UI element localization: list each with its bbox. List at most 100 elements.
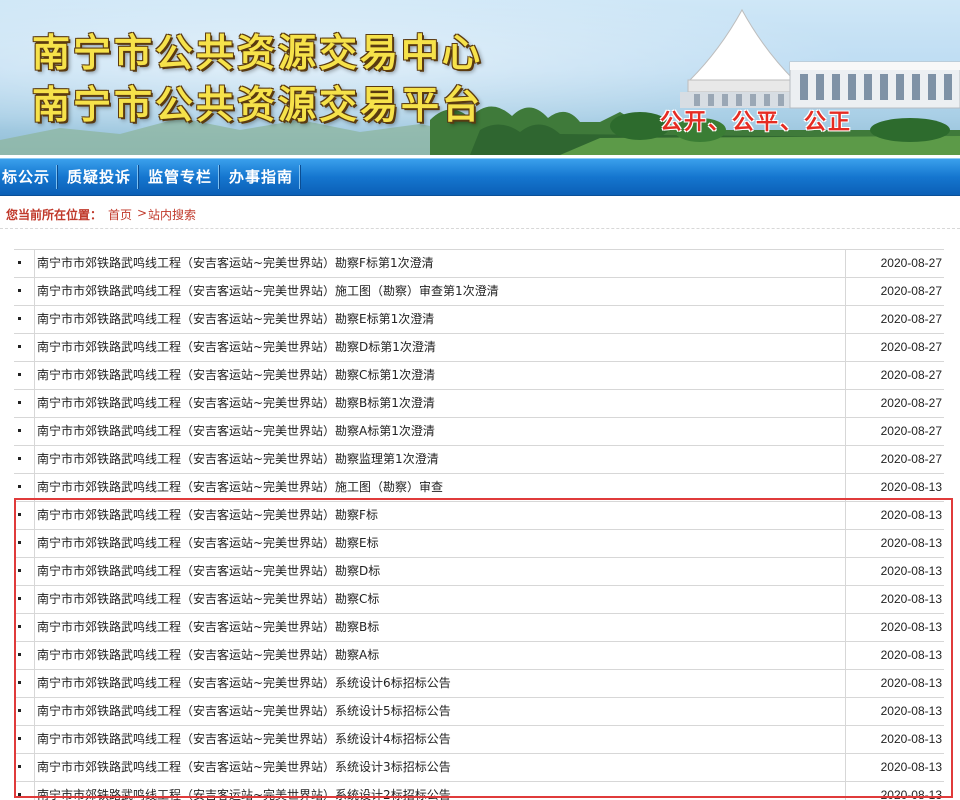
bullet-icon — [18, 793, 21, 796]
result-title-link[interactable]: 南宁市市郊铁路武鸣线工程（安吉客运站~完美世界站）系统设计5标招标公告 — [34, 698, 846, 725]
table-row: 南宁市市郊铁路武鸣线工程（安吉客运站~完美世界站）系统设计6标招标公告 2020-… — [14, 669, 944, 697]
result-date: 2020-08-13 — [880, 788, 942, 800]
breadcrumb-current: 站内搜索 — [148, 208, 197, 222]
result-date: 2020-08-27 — [880, 452, 942, 466]
bullet-icon — [18, 513, 21, 516]
bullet-icon — [18, 261, 21, 264]
table-row: 南宁市市郊铁路武鸣线工程（安吉客运站~完美世界站）施工图（勘察）审查第1次澄清 2… — [14, 277, 944, 305]
breadcrumb-home-link[interactable]: 首页 — [108, 206, 132, 223]
nav-separator — [56, 165, 58, 189]
breadcrumb: 您当前所在位置： 首页 > 站内搜索 — [0, 200, 960, 229]
result-date: 2020-08-27 — [880, 340, 942, 354]
result-title-link[interactable]: 南宁市市郊铁路武鸣线工程（安吉客运站~完美世界站）施工图（勘察）审查第1次澄清 — [34, 278, 846, 305]
table-row: 南宁市市郊铁路武鸣线工程（安吉客运站~完美世界站）系统设计5标招标公告 2020-… — [14, 697, 944, 725]
table-row: 南宁市市郊铁路武鸣线工程（安吉客运站~完美世界站）勘察D标 2020-08-13 — [14, 557, 944, 585]
result-date: 2020-08-27 — [880, 312, 942, 326]
table-row: 南宁市市郊铁路武鸣线工程（安吉客运站~完美世界站）勘察B标 2020-08-13 — [14, 613, 944, 641]
bullet-icon — [18, 289, 21, 292]
bullet-icon — [18, 569, 21, 572]
table-row: 南宁市市郊铁路武鸣线工程（安吉客运站~完美世界站）系统设计4标招标公告 2020-… — [14, 725, 944, 753]
table-row: 南宁市市郊铁路武鸣线工程（安吉客运站~完美世界站）勘察监理第1次澄清 2020-0… — [14, 445, 944, 473]
table-row: 南宁市市郊铁路武鸣线工程（安吉客运站~完美世界站）勘察A标 2020-08-13 — [14, 641, 944, 669]
bullet-icon — [18, 429, 21, 432]
bullet-icon — [18, 625, 21, 628]
result-date: 2020-08-13 — [880, 536, 942, 550]
breadcrumb-separator: > — [137, 206, 148, 220]
result-title-link[interactable]: 南宁市市郊铁路武鸣线工程（安吉客运站~完美世界站）勘察B标 — [34, 614, 846, 641]
result-date: 2020-08-27 — [880, 368, 942, 382]
nav-item-supervision[interactable]: 监管专栏 — [148, 159, 212, 195]
result-title-link[interactable]: 南宁市市郊铁路武鸣线工程（安吉客运站~完美世界站）勘察E标第1次澄清 — [34, 306, 846, 333]
building-illustration — [680, 8, 960, 109]
result-title-link[interactable]: 南宁市市郊铁路武鸣线工程（安吉客运站~完美世界站）勘察E标 — [34, 530, 846, 557]
bullet-icon — [18, 709, 21, 712]
result-title-link[interactable]: 南宁市市郊铁路武鸣线工程（安吉客运站~完美世界站）勘察A标 — [34, 642, 846, 669]
result-title-link[interactable]: 南宁市市郊铁路武鸣线工程（安吉客运站~完美世界站）系统设计4标招标公告 — [34, 726, 846, 753]
bullet-icon — [18, 765, 21, 768]
bullet-icon — [18, 317, 21, 320]
banner-title-line1: 南宁市公共资源交易中心 — [32, 30, 484, 75]
table-row: 南宁市市郊铁路武鸣线工程（安吉客运站~完美世界站）勘察B标第1次澄清 2020-0… — [14, 389, 944, 417]
nav-separator — [137, 165, 139, 189]
result-title-link[interactable]: 南宁市市郊铁路武鸣线工程（安吉客运站~完美世界站）勘察F标第1次澄清 — [34, 250, 846, 277]
table-row: 南宁市市郊铁路武鸣线工程（安吉客运站~完美世界站）勘察E标第1次澄清 2020-0… — [14, 305, 944, 333]
result-date: 2020-08-13 — [880, 732, 942, 746]
bullet-icon — [18, 737, 21, 740]
bullet-icon — [18, 373, 21, 376]
banner-slogan: 公开、公平、公正 — [660, 110, 853, 135]
bullet-icon — [18, 485, 21, 488]
bullet-icon — [18, 597, 21, 600]
table-row: 南宁市市郊铁路武鸣线工程（安吉客运站~完美世界站）勘察E标 2020-08-13 — [14, 529, 944, 557]
result-title-link[interactable]: 南宁市市郊铁路武鸣线工程（安吉客运站~完美世界站）系统设计2标招标公告 — [34, 782, 846, 800]
bullet-icon — [18, 345, 21, 348]
table-row: 南宁市市郊铁路武鸣线工程（安吉客运站~完美世界站）勘察A标第1次澄清 2020-0… — [14, 417, 944, 445]
result-title-link[interactable]: 南宁市市郊铁路武鸣线工程（安吉客运站~完美世界站）勘察D标 — [34, 558, 846, 585]
table-row: 南宁市市郊铁路武鸣线工程（安吉客运站~完美世界站）勘察D标第1次澄清 2020-0… — [14, 333, 944, 361]
nav-separator — [218, 165, 220, 189]
result-date: 2020-08-27 — [880, 284, 942, 298]
result-title-link[interactable]: 南宁市市郊铁路武鸣线工程（安吉客运站~完美世界站）勘察监理第1次澄清 — [34, 446, 846, 473]
result-title-link[interactable]: 南宁市市郊铁路武鸣线工程（安吉客运站~完美世界站）系统设计6标招标公告 — [34, 670, 846, 697]
result-title-link[interactable]: 南宁市市郊铁路武鸣线工程（安吉客运站~完美世界站）勘察A标第1次澄清 — [34, 418, 846, 445]
breadcrumb-label: 您当前所在位置： — [6, 208, 103, 222]
result-date: 2020-08-27 — [880, 424, 942, 438]
result-title-link[interactable]: 南宁市市郊铁路武鸣线工程（安吉客运站~完美世界站）施工图（勘察）审查 — [34, 474, 846, 501]
result-date: 2020-08-13 — [880, 676, 942, 690]
nav-separator — [299, 165, 301, 189]
table-row: 南宁市市郊铁路武鸣线工程（安吉客运站~完美世界站）系统设计2标招标公告 2020-… — [14, 781, 944, 800]
main-nav: 标公示 质疑投诉 监管专栏 办事指南 — [0, 158, 960, 196]
bullet-icon — [18, 653, 21, 656]
result-date: 2020-08-13 — [880, 508, 942, 522]
result-date: 2020-08-27 — [880, 256, 942, 270]
nav-item-bid-publicity[interactable]: 标公示 — [2, 159, 50, 195]
table-row: 南宁市市郊铁路武鸣线工程（安吉客运站~完美世界站）勘察C标 2020-08-13 — [14, 585, 944, 613]
nav-item-guide[interactable]: 办事指南 — [229, 159, 293, 195]
table-row: 南宁市市郊铁路武鸣线工程（安吉客运站~完美世界站）施工图（勘察）审查 2020-0… — [14, 473, 944, 501]
bullet-icon — [18, 401, 21, 404]
table-row: 南宁市市郊铁路武鸣线工程（安吉客运站~完美世界站）勘察C标第1次澄清 2020-0… — [14, 361, 944, 389]
result-title-link[interactable]: 南宁市市郊铁路武鸣线工程（安吉客运站~完美世界站）系统设计3标招标公告 — [34, 754, 846, 781]
bullet-icon — [18, 541, 21, 544]
result-date: 2020-08-13 — [880, 620, 942, 634]
result-title-link[interactable]: 南宁市市郊铁路武鸣线工程（安吉客运站~完美世界站）勘察B标第1次澄清 — [34, 390, 846, 417]
result-title-link[interactable]: 南宁市市郊铁路武鸣线工程（安吉客运站~完美世界站）勘察D标第1次澄清 — [34, 334, 846, 361]
banner-title-line2: 南宁市公共资源交易平台 — [32, 82, 484, 127]
bullet-icon — [18, 457, 21, 460]
bullet-icon — [18, 681, 21, 684]
result-date: 2020-08-13 — [880, 704, 942, 718]
result-date: 2020-08-13 — [880, 592, 942, 606]
result-date: 2020-08-13 — [880, 480, 942, 494]
result-title-link[interactable]: 南宁市市郊铁路武鸣线工程（安吉客运站~完美世界站）勘察C标 — [34, 586, 846, 613]
result-date: 2020-08-27 — [880, 396, 942, 410]
nav-item-complaints[interactable]: 质疑投诉 — [67, 159, 131, 195]
result-title-link[interactable]: 南宁市市郊铁路武鸣线工程（安吉客运站~完美世界站）勘察F标 — [34, 502, 846, 529]
result-date: 2020-08-13 — [880, 760, 942, 774]
table-row: 南宁市市郊铁路武鸣线工程（安吉客运站~完美世界站）系统设计3标招标公告 2020-… — [14, 753, 944, 781]
header-banner: 南宁市公共资源交易中心 南宁市公共资源交易平台 公开、公平、公正 — [0, 0, 960, 155]
result-date: 2020-08-13 — [880, 648, 942, 662]
search-results-list: 南宁市市郊铁路武鸣线工程（安吉客运站~完美世界站）勘察F标第1次澄清 2020-0… — [14, 249, 944, 800]
table-row: 南宁市市郊铁路武鸣线工程（安吉客运站~完美世界站）勘察F标第1次澄清 2020-0… — [14, 249, 944, 277]
table-row: 南宁市市郊铁路武鸣线工程（安吉客运站~完美世界站）勘察F标 2020-08-13 — [14, 501, 944, 529]
result-title-link[interactable]: 南宁市市郊铁路武鸣线工程（安吉客运站~完美世界站）勘察C标第1次澄清 — [34, 362, 846, 389]
result-date: 2020-08-13 — [880, 564, 942, 578]
